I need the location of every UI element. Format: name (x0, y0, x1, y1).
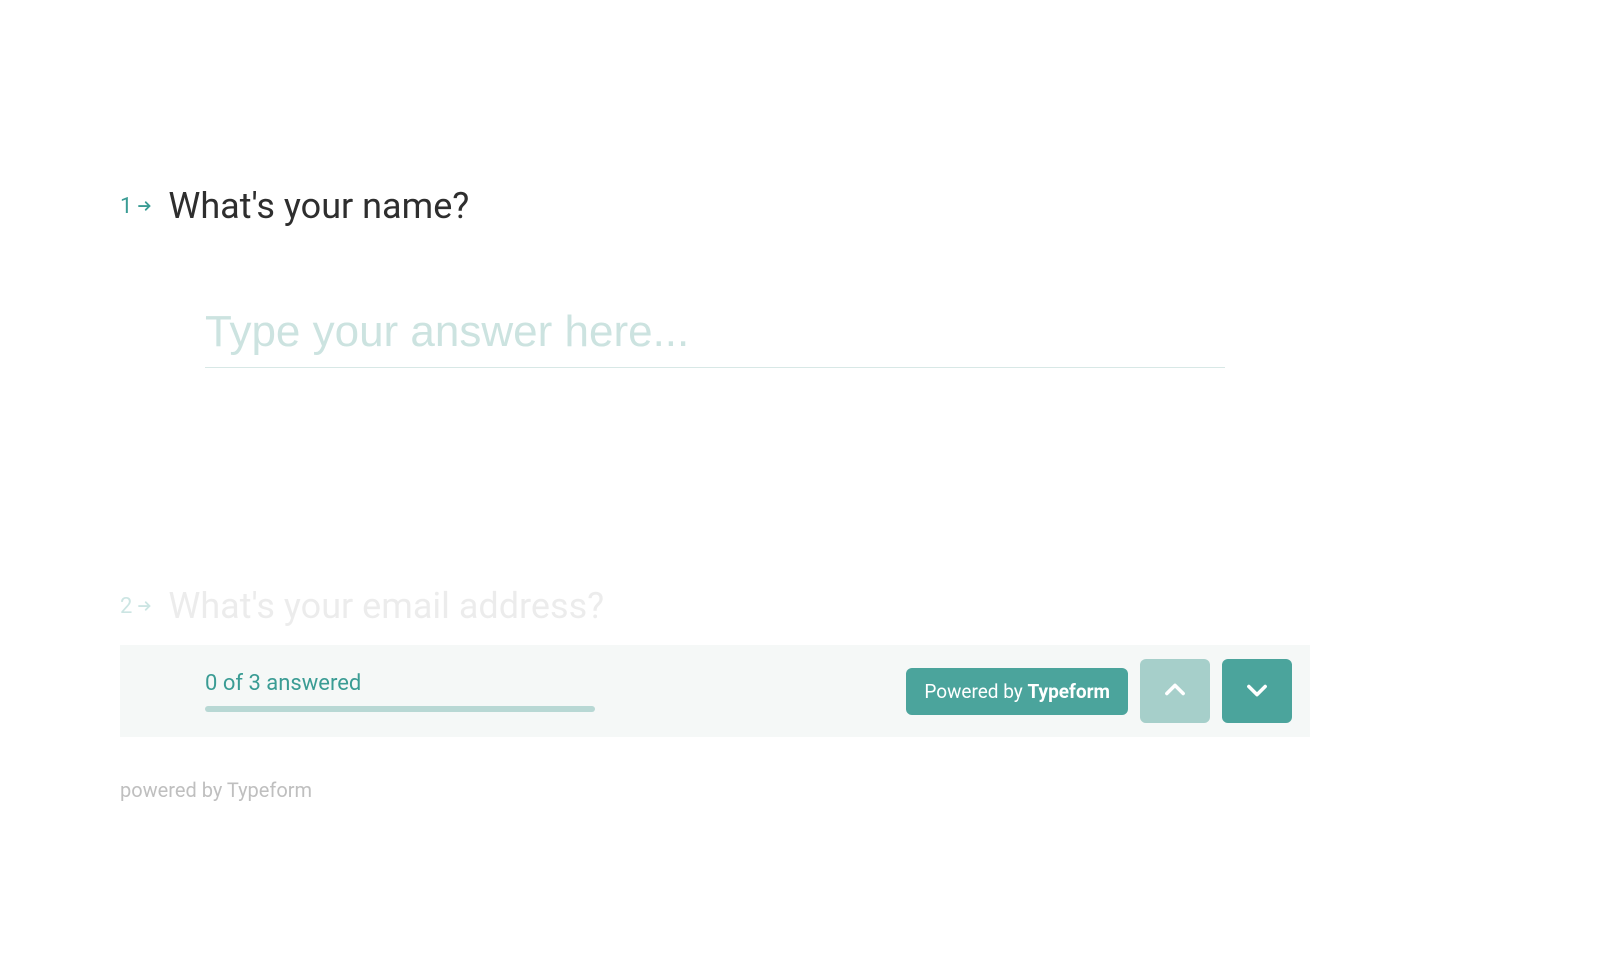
footer-right: Powered by Typeform (906, 659, 1292, 723)
answer-input[interactable] (205, 297, 1225, 368)
question-row: 1 What's your name? (120, 185, 1310, 227)
arrow-right-icon (136, 197, 154, 215)
footer-bar: 0 of 3 answered Powered by Typeform (120, 645, 1310, 737)
nav-up-button[interactable] (1140, 659, 1210, 723)
question-number: 2 (120, 594, 132, 619)
question-text: What's your name? (168, 185, 469, 227)
answer-input-wrapper (205, 297, 1225, 368)
progress-text: 0 of 3 answered (205, 671, 595, 696)
arrow-right-icon (136, 597, 154, 615)
question-block-1: 1 What's your name? (120, 185, 1310, 368)
progress-bar (205, 706, 595, 712)
progress-section: 0 of 3 answered (205, 671, 595, 712)
question-block-2: 2 What's your email address? (120, 585, 1310, 627)
chevron-up-icon (1161, 676, 1189, 707)
powered-by-badge[interactable]: Powered by Typeform (906, 668, 1128, 715)
chevron-down-icon (1243, 676, 1271, 707)
powered-prefix: Powered by (924, 680, 1027, 703)
question-row: 2 What's your email address? (120, 585, 1310, 627)
question-number: 1 (120, 194, 132, 219)
form-container: 1 What's your name? 2 What's your email (120, 0, 1310, 738)
question-text: What's your email address? (168, 585, 604, 627)
nav-down-button[interactable] (1222, 659, 1292, 723)
bottom-credit: powered by Typeform (120, 778, 312, 802)
powered-brand: Typeform (1028, 680, 1111, 703)
